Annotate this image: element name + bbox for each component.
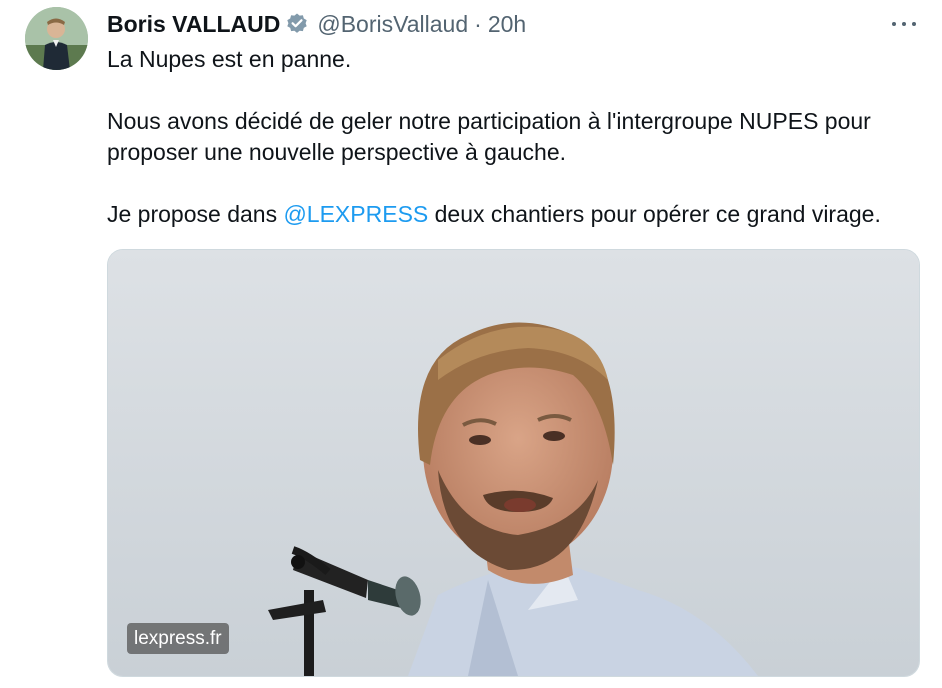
avatar-image	[25, 7, 88, 70]
tweet-header: Boris VALLAUD @BorisVallaud · 20h	[107, 8, 922, 40]
tweet-text-paragraph-2: Nous avons décidé de geler notre partici…	[107, 108, 871, 165]
article-photo	[108, 250, 919, 676]
tweet-media-card[interactable]: lexpress.fr	[107, 249, 920, 677]
media-source-label: lexpress.fr	[127, 623, 229, 654]
tweet-text-line-1: La Nupes est en panne.	[107, 46, 352, 72]
author-avatar[interactable]	[25, 7, 88, 70]
separator-dot: ·	[474, 10, 482, 37]
author-name[interactable]: Boris VALLAUD	[107, 11, 280, 38]
tweet-text-paragraph-3: Je propose dans @LEXPRESS deux chantiers…	[107, 199, 927, 230]
tweet-text: La Nupes est en panne. Nous avons décidé…	[107, 44, 927, 230]
author-handle[interactable]: @BorisVallaud	[317, 11, 468, 38]
text-fragment: deux chantiers pour opérer ce grand vira…	[428, 201, 881, 227]
mention-link[interactable]: @LEXPRESS	[283, 201, 428, 227]
tweet-timestamp[interactable]: 20h	[488, 11, 526, 38]
more-dot	[912, 22, 916, 26]
more-dot	[902, 22, 906, 26]
text-fragment: Je propose dans	[107, 201, 284, 227]
verified-badge-icon	[287, 13, 308, 33]
more-dot	[892, 22, 896, 26]
more-options-icon[interactable]	[892, 14, 916, 34]
